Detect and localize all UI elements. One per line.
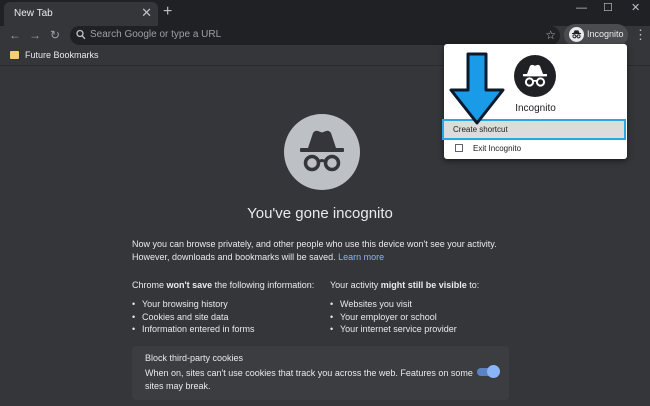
incognito-icon <box>569 27 584 42</box>
exit-incognito-label: Exit Incognito <box>473 144 521 153</box>
list-item: Your internet service provider <box>330 323 530 336</box>
still-visible-column: Your activity might still be visible to:… <box>330 279 530 336</box>
minimize-button[interactable]: — <box>576 2 587 14</box>
tab-close-icon[interactable]: ✕ <box>141 5 152 21</box>
cookies-description: When on, sites can't use cookies that tr… <box>145 367 475 393</box>
folder-icon <box>10 51 19 59</box>
still-visible-list: Websites you visit Your employer or scho… <box>330 298 530 336</box>
forward-button[interactable]: → <box>29 27 41 43</box>
profile-button[interactable]: Incognito <box>564 24 628 46</box>
omnibox[interactable]: Search Google or type a URL ☆ <box>70 26 560 45</box>
new-tab-button[interactable]: + <box>163 3 172 21</box>
tab-title: New Tab <box>14 8 53 19</box>
learn-more-link[interactable]: Learn more <box>338 252 384 262</box>
wont-save-column: Chrome won't save the following informat… <box>132 279 322 336</box>
list-item: Information entered in forms <box>132 323 322 336</box>
intro-paragraph: Now you can browse privately, and other … <box>132 238 532 264</box>
back-button[interactable]: ← <box>9 27 21 43</box>
window-close-button[interactable]: ✕ <box>631 2 640 14</box>
wont-save-heading: Chrome won't save the following informat… <box>132 280 314 290</box>
tab-strip: New Tab ✕ + — ☐ ✕ <box>0 0 650 26</box>
menu-icon[interactable]: ⋮ <box>634 27 647 43</box>
still-visible-heading: Your activity might still be visible to: <box>330 280 479 290</box>
cookies-toggle-knob[interactable] <box>487 365 500 378</box>
toolbar: ← → ↻ Search Google or type a URL ☆ Inco… <box>0 26 650 46</box>
list-item: Websites you visit <box>330 298 530 311</box>
page-title: You've gone incognito <box>0 205 640 222</box>
omnibox-placeholder: Search Google or type a URL <box>90 29 221 40</box>
list-item: Cookies and site data <box>132 311 322 324</box>
incognito-hero-icon <box>284 114 360 190</box>
bookmark-star-icon[interactable]: ☆ <box>545 27 556 43</box>
reload-button[interactable]: ↻ <box>50 27 60 43</box>
search-icon <box>76 29 86 41</box>
tab-new-tab[interactable]: New Tab ✕ <box>4 2 158 26</box>
exit-icon <box>455 144 463 152</box>
exit-incognito-item[interactable]: Exit Incognito <box>444 140 627 158</box>
maximize-button[interactable]: ☐ <box>603 2 613 14</box>
arrow-down-annotation <box>448 52 508 126</box>
wont-save-list: Your browsing history Cookies and site d… <box>132 298 322 336</box>
incognito-avatar-icon <box>514 55 556 97</box>
list-item: Your browsing history <box>132 298 322 311</box>
bookmark-folder-future-bookmarks[interactable]: Future Bookmarks <box>25 50 99 60</box>
third-party-cookies-card: Block third-party cookies When on, sites… <box>132 346 509 400</box>
intro-text: Now you can browse privately, and other … <box>132 239 497 262</box>
profile-label: Incognito <box>587 29 624 39</box>
cookies-title: Block third-party cookies <box>145 353 243 363</box>
list-item: Your employer or school <box>330 311 530 324</box>
create-shortcut-label: Create shortcut <box>453 125 508 134</box>
